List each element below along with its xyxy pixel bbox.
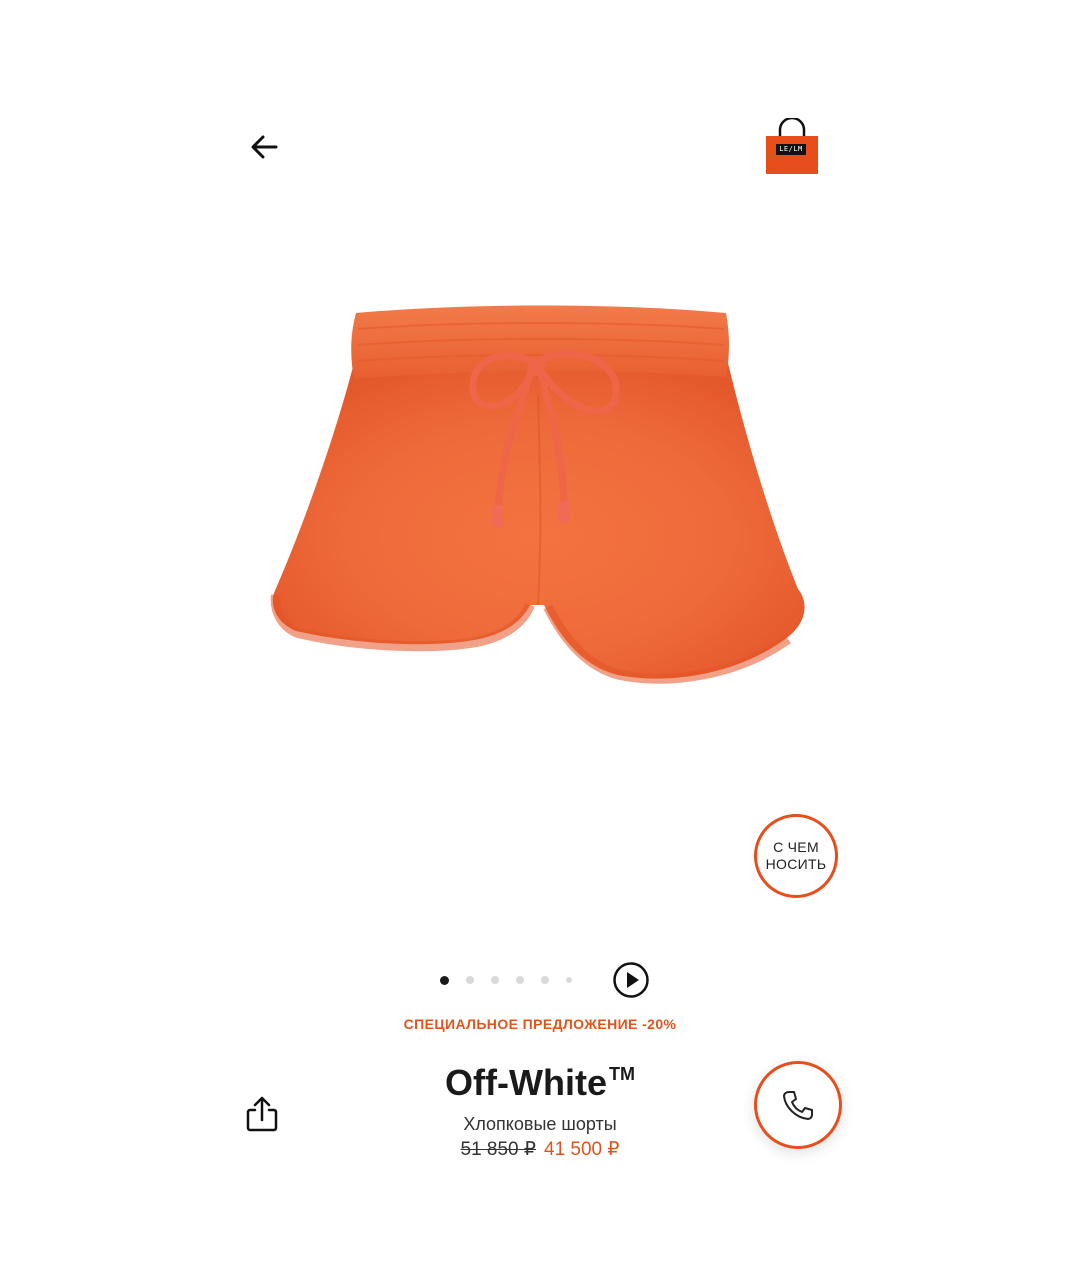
new-price: 41 500 ₽ [544,1139,620,1160]
product-image[interactable] [268,305,814,690]
carousel-indicator [440,973,589,987]
product-name: Хлопковые шорты [463,1114,617,1134]
share-icon [246,1096,278,1132]
carousel-dot[interactable] [541,976,549,984]
call-button[interactable] [754,1061,842,1149]
arrow-left-icon [251,135,278,159]
price-row: 51 850 ₽ 41 500 ₽ [0,1138,1080,1161]
share-button[interactable] [244,1094,280,1134]
wear-with-button[interactable]: С ЧЕМ НОСИТЬ [754,814,838,898]
play-video-button[interactable] [612,961,650,999]
carousel-dot[interactable] [440,975,449,985]
carousel-dot[interactable] [491,976,499,984]
carousel-dot[interactable] [466,976,474,984]
brand-text: Off-White [445,1062,607,1103]
old-price: 51 850 ₽ [460,1139,536,1160]
bag-logo: LE/LM [776,144,806,155]
phone-icon [783,1091,813,1120]
play-circle-icon [613,962,649,998]
carousel-dot[interactable] [516,976,524,984]
orange-shorts-image [270,305,805,684]
carousel-dot[interactable] [566,977,572,983]
cart-button[interactable]: LE/LM [764,116,820,176]
wear-with-label: С ЧЕМ НОСИТЬ [765,839,827,872]
promo-label: СПЕЦИАЛЬНОЕ ПРЕДЛОЖЕНИЕ -20% [403,1016,677,1032]
back-button[interactable] [244,126,288,170]
brand-name[interactable]: Off-White TM [0,1062,1080,1104]
trademark: TM [608,1064,635,1084]
